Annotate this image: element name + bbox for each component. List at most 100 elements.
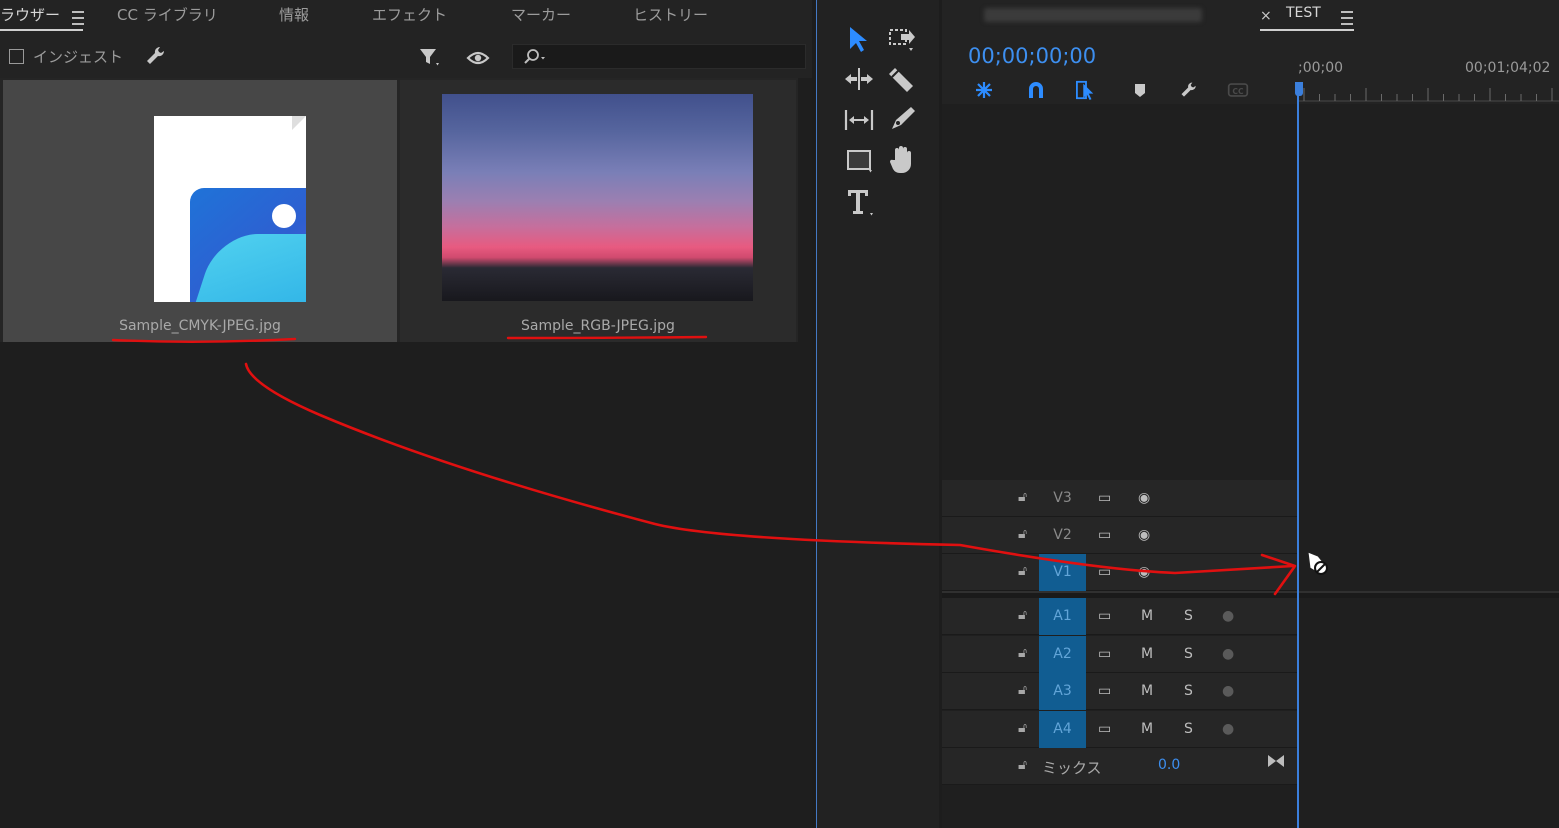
eye-icon[interactable]: ◉ (1138, 490, 1150, 506)
track-mix-content[interactable] (1298, 748, 1559, 785)
microphone-icon[interactable]: ● (1222, 721, 1234, 737)
search-input[interactable] (512, 44, 806, 69)
slip-tool-icon[interactable] (843, 106, 875, 134)
search-icon (524, 49, 545, 64)
linked-selection-icon[interactable] (1075, 80, 1097, 100)
microphone-icon[interactable]: ● (1222, 683, 1234, 699)
eye-icon[interactable] (466, 48, 490, 68)
blurred-sequence-tab[interactable] (984, 8, 1202, 22)
track-v1-content[interactable] (1298, 554, 1559, 591)
lock-icon[interactable]: 🔓︎ (1018, 526, 1027, 542)
track-name[interactable]: A1 (1039, 598, 1086, 635)
lock-icon[interactable]: 🔓︎ (1018, 489, 1027, 505)
track-a1-content[interactable] (1298, 598, 1559, 635)
type-tool-icon[interactable] (845, 186, 875, 218)
track-mix[interactable]: 🔓︎ ミックス 0.0 (942, 748, 1559, 785)
eye-icon[interactable]: ◉ (1138, 527, 1150, 543)
track-name[interactable]: V2 (1039, 517, 1086, 554)
mix-value[interactable]: 0.0 (1158, 757, 1180, 773)
tab-effects[interactable]: エフェクト (372, 4, 447, 25)
lock-icon[interactable]: 🔓︎ (1018, 607, 1027, 623)
sync-lock-icon[interactable]: ▭ (1098, 683, 1111, 699)
track-v2-content[interactable] (1298, 517, 1559, 554)
track-name[interactable]: A3 (1039, 673, 1086, 710)
lock-icon[interactable]: 🔓︎ (1018, 645, 1027, 661)
track-a3-content[interactable] (1298, 673, 1559, 710)
mute-button[interactable]: M (1141, 646, 1153, 662)
track-name[interactable]: A4 (1039, 711, 1086, 748)
track-a1[interactable]: 🔓︎ A1 ▭ M S ● (942, 598, 1559, 635)
sequence-tab-test[interactable]: TEST (1286, 5, 1321, 21)
media-browser-panel: ラウザー CC ライブラリ 情報 エフェクト マーカー ヒストリー インジェスト (0, 0, 812, 828)
track-a4-content[interactable] (1298, 711, 1559, 748)
panel-menu-icon[interactable] (72, 11, 84, 25)
wrench-icon[interactable] (144, 44, 168, 68)
solo-button[interactable]: S (1184, 721, 1193, 737)
track-name[interactable]: A2 (1039, 636, 1086, 673)
eye-icon[interactable]: ◉ (1138, 564, 1150, 580)
snap-magnet-icon[interactable] (1025, 80, 1047, 100)
mute-button[interactable]: M (1141, 683, 1153, 699)
track-a4[interactable]: 🔓︎ A4 ▭ M S ● (942, 711, 1559, 748)
microphone-icon[interactable]: ● (1222, 608, 1234, 624)
panel-tab-bar: ラウザー CC ライブラリ 情報 エフェクト マーカー ヒストリー (0, 0, 812, 34)
time-ruler[interactable] (1298, 86, 1559, 102)
timeline-panel: × TEST 00;00;00;00 CC ;00;00 00;01;04;02 (942, 0, 1559, 828)
lock-icon[interactable]: 🔓︎ (1018, 720, 1027, 736)
solo-button[interactable]: S (1184, 683, 1193, 699)
tab-info[interactable]: 情報 (279, 4, 309, 25)
tab-cc-libraries[interactable]: CC ライブラリ (117, 4, 218, 25)
ingest-label: インジェスト (33, 48, 124, 66)
image-file-icon (154, 116, 306, 302)
media-item[interactable]: Sample_CMYK-JPEG.jpg (3, 80, 397, 342)
ripple-edit-tool-icon[interactable] (843, 64, 875, 94)
tab-history[interactable]: ヒストリー (633, 4, 708, 25)
selection-tool-icon[interactable] (845, 24, 873, 54)
bowtie-icon[interactable] (1267, 753, 1285, 769)
sync-lock-icon[interactable]: ▭ (1098, 608, 1111, 624)
track-name[interactable]: V3 (1039, 480, 1086, 517)
lock-icon[interactable]: 🔓︎ (1018, 563, 1027, 579)
hand-tool-icon[interactable] (887, 144, 917, 176)
track-select-forward-tool-icon[interactable] (887, 24, 917, 54)
timeline-settings-wrench-icon[interactable] (1178, 80, 1200, 100)
track-name[interactable]: V1 (1039, 554, 1086, 591)
close-tab-icon[interactable]: × (1260, 8, 1272, 24)
lock-icon[interactable]: 🔓︎ (1018, 682, 1027, 698)
sync-lock-icon[interactable]: ▭ (1098, 721, 1111, 737)
mute-button[interactable]: M (1141, 608, 1153, 624)
solo-button[interactable]: S (1184, 608, 1193, 624)
pen-tool-icon[interactable] (887, 104, 917, 134)
track-v3-content[interactable] (1298, 480, 1559, 517)
razor-tool-icon[interactable] (887, 64, 917, 94)
track-v1[interactable]: 🔓︎ V1 ▭ ◉ (942, 554, 1559, 591)
page-fold (292, 116, 306, 130)
track-a2-content[interactable] (1298, 636, 1559, 673)
microphone-icon[interactable]: ● (1222, 646, 1234, 662)
timeline-menu-icon[interactable] (1341, 11, 1353, 25)
timecode-display[interactable]: 00;00;00;00 (968, 44, 1096, 68)
rectangle-tool-icon[interactable] (845, 146, 873, 174)
media-item[interactable]: Sample_RGB-JPEG.jpg (400, 80, 796, 342)
solo-button[interactable]: S (1184, 646, 1193, 662)
track-v3[interactable]: 🔓︎ V3 ▭ ◉ (942, 480, 1559, 517)
filter-icon[interactable] (418, 46, 442, 70)
playhead-line[interactable] (1297, 82, 1299, 828)
mute-button[interactable]: M (1141, 721, 1153, 737)
sunset-photo (442, 94, 753, 301)
tab-markers[interactable]: マーカー (511, 4, 571, 25)
sync-lock-icon[interactable]: ▭ (1098, 490, 1111, 506)
nest-sequence-icon[interactable] (973, 80, 995, 100)
captions-icon[interactable]: CC (1227, 80, 1249, 100)
track-a2[interactable]: 🔓︎ A2 ▭ M S ● (942, 636, 1559, 673)
playhead-handle[interactable] (1295, 82, 1303, 96)
add-marker-icon[interactable] (1129, 80, 1151, 100)
track-a3[interactable]: 🔓︎ A3 ▭ M S ● (942, 673, 1559, 710)
lock-icon[interactable]: 🔓︎ (1018, 757, 1027, 773)
track-v2[interactable]: 🔓︎ V2 ▭ ◉ (942, 517, 1559, 554)
sync-lock-icon[interactable]: ▭ (1098, 564, 1111, 580)
tab-media-browser[interactable]: ラウザー (0, 4, 60, 25)
ingest-checkbox[interactable] (9, 49, 24, 64)
sync-lock-icon[interactable]: ▭ (1098, 527, 1111, 543)
sync-lock-icon[interactable]: ▭ (1098, 646, 1111, 662)
